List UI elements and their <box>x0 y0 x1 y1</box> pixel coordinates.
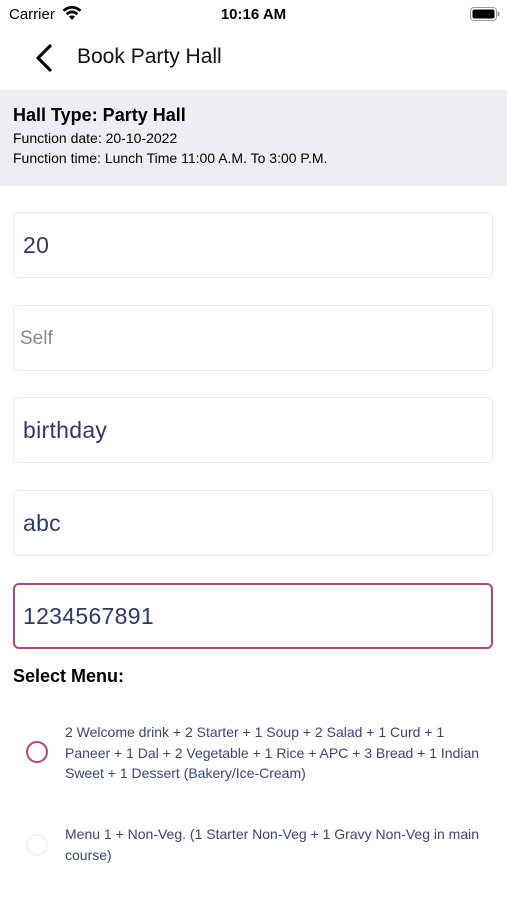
occasion-input[interactable]: birthday <box>13 397 493 463</box>
menu-option-1[interactable]: 2 Welcome drink + 2 Starter + 1 Soup + 2… <box>0 720 507 790</box>
guests-input[interactable]: 20 <box>13 212 493 278</box>
status-time: 10:16 AM <box>220 6 287 23</box>
occasion-input-value: birthday <box>23 417 108 443</box>
function-date-label: Function date: 20-10-2022 <box>13 130 178 146</box>
hall-type-label: Hall Type: Party Hall <box>13 105 186 125</box>
guests-input-value: 20 <box>23 232 50 258</box>
status-bar: Carrier 10:16 AM <box>0 0 507 30</box>
menu-option-label: Menu 1 + Non-Veg. (1 Starter Non-Veg + 1… <box>65 826 479 863</box>
phone-input-value: 1234567891 <box>23 603 154 629</box>
name-input[interactable]: Self <box>13 305 493 371</box>
battery-icon <box>470 7 500 21</box>
radio-button-icon[interactable] <box>26 834 48 856</box>
name-input-placeholder: Self <box>20 328 53 349</box>
address-input-value: abc <box>23 510 61 536</box>
radio-button-icon[interactable] <box>26 741 48 763</box>
phone-input[interactable]: 1234567891 <box>13 583 493 649</box>
chevron-left-icon[interactable] <box>30 40 60 76</box>
function-time-label: Function time: Lunch Time 11:00 A.M. To … <box>13 150 328 166</box>
address-input[interactable]: abc <box>13 490 493 556</box>
navigation-bar: Book Party Hall <box>0 30 507 86</box>
menu-option-label: 2 Welcome drink + 2 Starter + 1 Soup + 2… <box>65 724 480 781</box>
page-title: Book Party Hall <box>77 45 222 68</box>
menu-option-2[interactable]: Menu 1 + Non-Veg. (1 Starter Non-Veg + 1… <box>0 822 507 870</box>
select-menu-heading: Select Menu: <box>13 666 125 686</box>
hall-info-panel: Hall Type: Party Hall Function date: 20-… <box>0 90 507 186</box>
